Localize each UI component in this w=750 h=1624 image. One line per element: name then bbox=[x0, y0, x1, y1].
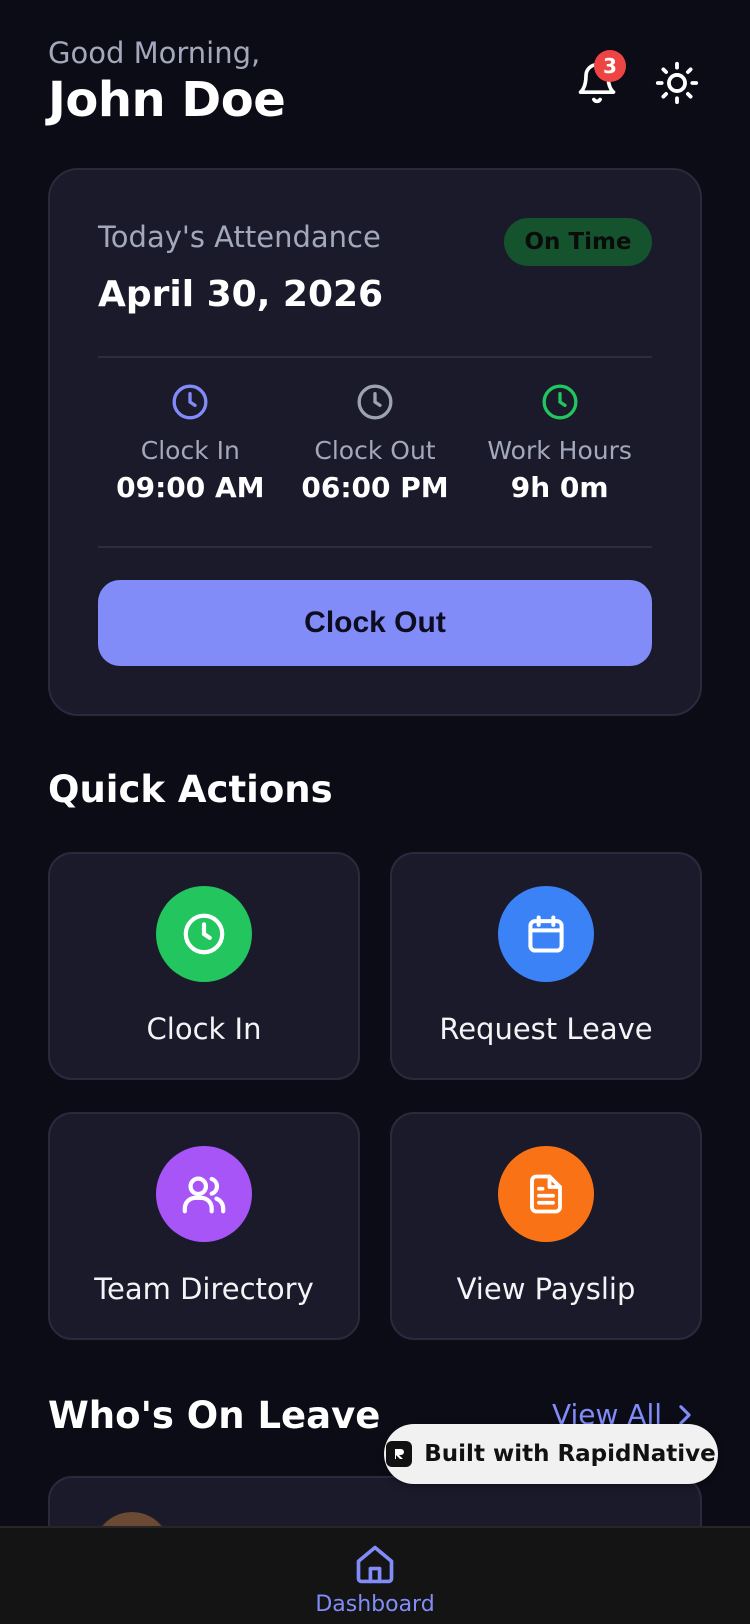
header-actions: 3 bbox=[572, 50, 702, 108]
stat-work-hours: Work Hours 9h 0m bbox=[467, 382, 652, 504]
status-badge: On Time bbox=[504, 218, 652, 266]
action-clock-in[interactable]: Clock In bbox=[48, 852, 360, 1080]
action-icon-circle bbox=[498, 886, 594, 982]
action-label: Request Leave bbox=[439, 1012, 653, 1046]
clock-out-button[interactable]: Clock Out bbox=[98, 580, 652, 666]
calendar-icon bbox=[528, 915, 564, 953]
action-label: Clock In bbox=[146, 1012, 262, 1046]
stat-label: Work Hours bbox=[487, 436, 632, 465]
action-icon-circle bbox=[156, 886, 252, 982]
header: Good Morning, John Doe 3 bbox=[48, 36, 702, 136]
divider bbox=[98, 356, 652, 358]
stat-clock-out: Clock Out 06:00 PM bbox=[283, 382, 468, 504]
built-with-label: Built with RapidNative bbox=[424, 1441, 716, 1467]
action-label: View Payslip bbox=[456, 1272, 636, 1306]
clock-icon bbox=[172, 384, 208, 420]
action-icon-circle bbox=[156, 1146, 252, 1242]
clock-icon bbox=[542, 384, 578, 420]
rapidnative-logo-icon bbox=[386, 1441, 413, 1467]
clock-icon bbox=[357, 384, 393, 420]
built-with-badge[interactable]: Built with RapidNative bbox=[384, 1424, 718, 1484]
quick-actions-grid: Clock In Request Leave Team Directory Vi… bbox=[48, 852, 702, 1340]
notification-badge: 3 bbox=[594, 50, 626, 82]
quick-actions-title: Quick Actions bbox=[48, 768, 333, 811]
action-view-payslip[interactable]: View Payslip bbox=[390, 1112, 702, 1340]
stat-value: 09:00 AM bbox=[116, 471, 265, 504]
document-icon bbox=[530, 1174, 562, 1214]
divider bbox=[98, 546, 652, 548]
stat-label: Clock In bbox=[140, 436, 240, 465]
stat-clock-in: Clock In 09:00 AM bbox=[98, 382, 283, 504]
attendance-date: April 30, 2026 bbox=[98, 274, 384, 315]
attendance-card: Today's Attendance April 30, 2026 On Tim… bbox=[48, 168, 702, 716]
action-team-directory[interactable]: Team Directory bbox=[48, 1112, 360, 1340]
tab-label: Dashboard bbox=[315, 1592, 435, 1617]
bottom-tab-bar: Dashboard bbox=[0, 1526, 750, 1624]
chevron-right-icon bbox=[679, 1404, 691, 1425]
theme-toggle-button[interactable] bbox=[652, 58, 702, 108]
users-icon bbox=[182, 1176, 226, 1214]
attendance-label: Today's Attendance bbox=[98, 220, 381, 254]
leave-section-title: Who's On Leave bbox=[48, 1394, 381, 1437]
action-icon-circle bbox=[498, 1146, 594, 1242]
action-label: Team Directory bbox=[94, 1272, 314, 1306]
home-icon bbox=[356, 1545, 394, 1584]
clock-icon bbox=[183, 913, 225, 955]
stat-value: 9h 0m bbox=[510, 471, 609, 504]
sun-icon bbox=[655, 61, 699, 105]
stat-value: 06:00 PM bbox=[301, 471, 449, 504]
tab-dashboard[interactable]: Dashboard bbox=[300, 1542, 450, 1617]
stat-label: Clock Out bbox=[314, 436, 436, 465]
attendance-stats: Clock In 09:00 AM Clock Out 06:00 PM Wor… bbox=[98, 382, 652, 504]
action-request-leave[interactable]: Request Leave bbox=[390, 852, 702, 1080]
notifications-button[interactable]: 3 bbox=[572, 50, 626, 108]
